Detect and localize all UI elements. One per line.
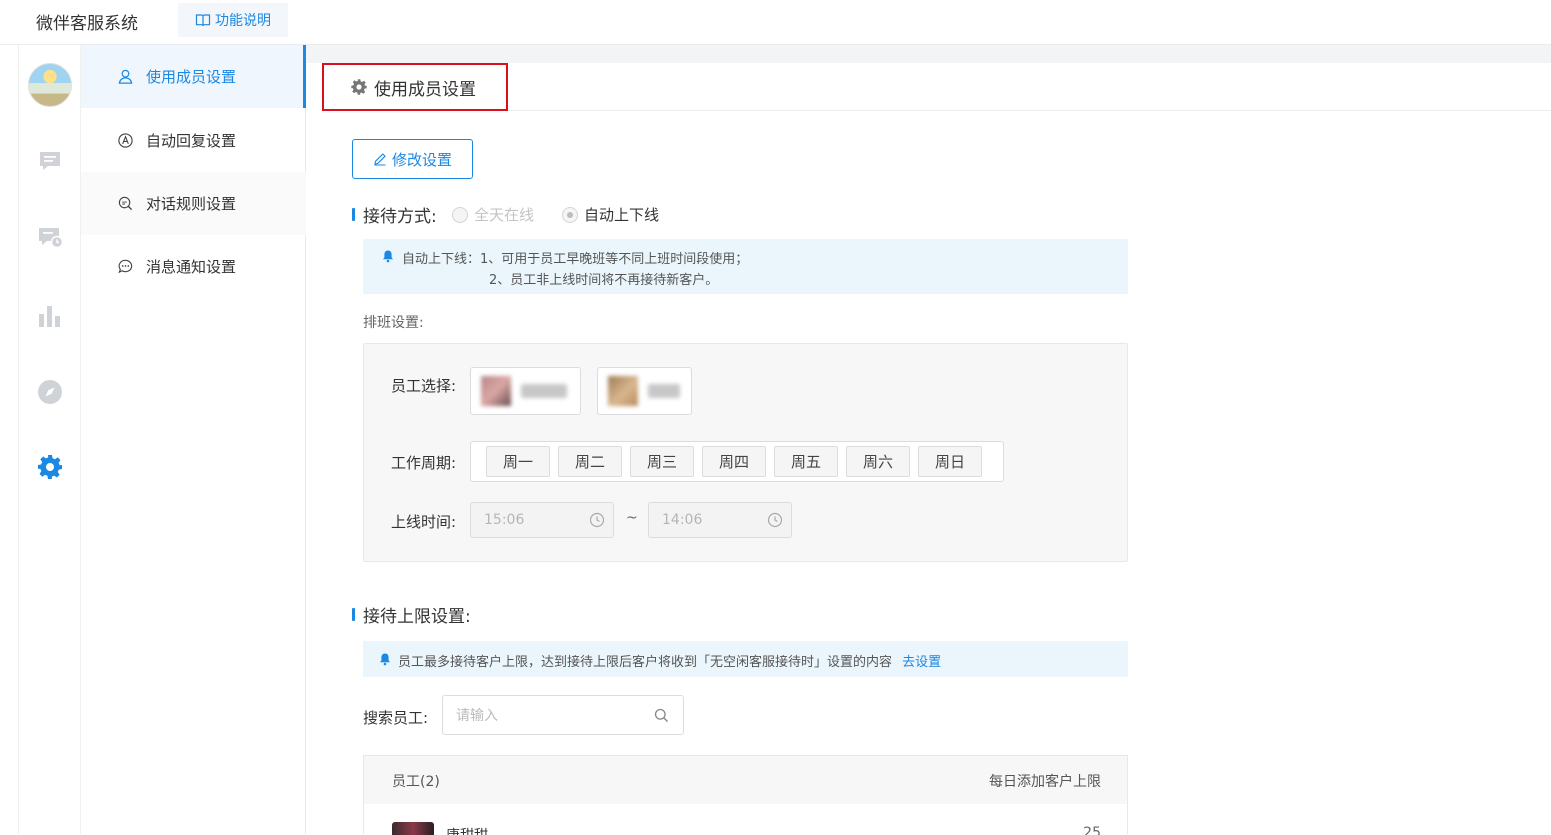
weekday-fri[interactable]: 周五 bbox=[774, 446, 838, 477]
chart-icon[interactable] bbox=[36, 302, 64, 330]
end-time-value: 14:06 bbox=[662, 512, 703, 528]
column-employee: 员工(2) bbox=[392, 774, 440, 790]
gear-icon[interactable] bbox=[36, 453, 64, 481]
top-bar: 微伴客服系统 功能说明 bbox=[0, 0, 1551, 45]
start-time-input[interactable]: 15:06 bbox=[470, 502, 614, 538]
radio-auto-online[interactable]: 自动上下线 bbox=[562, 204, 659, 225]
search-employee-label: 搜索员工: bbox=[363, 709, 429, 727]
settings-menu: 使用成员设置 自动回复设置 对话规则设置 消息通知设置 bbox=[81, 45, 306, 834]
radio-dot bbox=[562, 206, 578, 223]
help-button[interactable]: 功能说明 bbox=[178, 3, 288, 37]
radio-all-day[interactable]: 全天在线 bbox=[452, 204, 534, 225]
weekday-tue[interactable]: 周二 bbox=[558, 446, 622, 477]
compass-icon[interactable] bbox=[36, 378, 64, 406]
menu-item-auto-reply[interactable]: 自动回复设置 bbox=[81, 109, 306, 172]
section-marker bbox=[352, 208, 355, 221]
user-icon bbox=[118, 69, 133, 84]
limit-tip: 员工最多接待客户上限，达到接待上限后客户将收到「无空闲客服接待时」设置的内容 去… bbox=[363, 641, 1128, 677]
dialog-rules-icon bbox=[118, 196, 133, 211]
chat-icon[interactable] bbox=[36, 147, 64, 175]
content-gutter bbox=[306, 45, 1551, 63]
weekday-wed[interactable]: 周三 bbox=[630, 446, 694, 477]
search-employee-input[interactable]: 请输入 bbox=[442, 695, 684, 735]
tip-line-2: 2、员工非上线时间将不再接待新客户。 bbox=[489, 273, 719, 288]
radio-label: 全天在线 bbox=[474, 206, 535, 224]
weekday-selector: 周一 周二 周三 周四 周五 周六 周日 bbox=[470, 441, 1004, 482]
page-header: 使用成员设置 bbox=[322, 63, 1551, 111]
menu-label: 对话规则设置 bbox=[146, 195, 237, 213]
help-label: 功能说明 bbox=[215, 13, 271, 29]
time-separator: ~ bbox=[626, 510, 638, 526]
reception-tip: 自动上下线：1、可用于员工早晚班等不同上班时间段使用； 2、员工非上线时间将不再… bbox=[363, 239, 1128, 294]
bell-icon bbox=[380, 653, 390, 666]
edit-settings-button[interactable]: 修改设置 bbox=[352, 139, 473, 179]
weekday-sat[interactable]: 周六 bbox=[846, 446, 910, 477]
message-icon bbox=[118, 259, 133, 274]
search-icon bbox=[654, 708, 668, 722]
reception-label: 接待方式: bbox=[352, 202, 437, 227]
avatar bbox=[392, 822, 434, 835]
tip-line-1: 自动上下线：1、可用于员工早晚班等不同上班时间段使用； bbox=[402, 252, 749, 267]
employee-chip[interactable] bbox=[470, 367, 581, 415]
limit-label-text: 接待上限设置: bbox=[363, 607, 471, 627]
limit-label: 接待上限设置: bbox=[352, 602, 471, 627]
avatar bbox=[481, 376, 511, 406]
employee-name-blurred bbox=[648, 384, 680, 398]
gear-icon bbox=[351, 79, 367, 95]
menu-item-member-settings[interactable]: 使用成员设置 bbox=[81, 45, 306, 108]
avatar[interactable] bbox=[28, 63, 72, 107]
pencil-icon bbox=[374, 153, 386, 166]
table-row: 唐甜甜 25 bbox=[364, 804, 1127, 835]
reception-label-text: 接待方式: bbox=[363, 207, 437, 227]
bell-icon bbox=[383, 250, 393, 263]
limit-tip-text: 员工最多接待客户上限，达到接待上限后客户将收到「无空闲客服接待时」设置的内容 去… bbox=[398, 651, 941, 670]
section-marker bbox=[352, 608, 355, 621]
table-header: 员工(2) 每日添加客户上限 bbox=[364, 756, 1127, 804]
employee-name-blurred bbox=[521, 384, 567, 398]
menu-label: 使用成员设置 bbox=[146, 68, 237, 86]
work-cycle-label: 工作周期: bbox=[391, 454, 457, 472]
employee-chip[interactable] bbox=[597, 367, 692, 415]
radio-label: 自动上下线 bbox=[584, 206, 660, 224]
employee-select-label: 员工选择: bbox=[391, 377, 457, 395]
weekday-mon[interactable]: 周一 bbox=[486, 446, 550, 477]
column-daily-limit: 每日添加客户上限 bbox=[989, 774, 1101, 790]
start-time-value: 15:06 bbox=[484, 512, 525, 528]
go-settings-link[interactable]: 去设置 bbox=[902, 655, 941, 670]
chat-clock-icon[interactable] bbox=[36, 223, 64, 251]
online-time-label: 上线时间: bbox=[391, 513, 457, 531]
search-placeholder: 请输入 bbox=[456, 708, 498, 724]
clock-icon bbox=[589, 512, 605, 528]
avatar bbox=[608, 376, 638, 406]
icon-rail bbox=[18, 45, 81, 834]
app-title: 微伴客服系统 bbox=[36, 14, 138, 34]
menu-item-message-notify[interactable]: 消息通知设置 bbox=[81, 235, 306, 298]
page-title-text: 使用成员设置 bbox=[374, 79, 476, 100]
radio-dot bbox=[452, 206, 468, 223]
menu-label: 消息通知设置 bbox=[146, 258, 237, 276]
weekday-thu[interactable]: 周四 bbox=[702, 446, 766, 477]
employee-limit-table: 员工(2) 每日添加客户上限 唐甜甜 25 bbox=[363, 755, 1128, 835]
clock-icon bbox=[767, 512, 783, 528]
end-time-input[interactable]: 14:06 bbox=[648, 502, 792, 538]
weekday-sun[interactable]: 周日 bbox=[918, 446, 982, 477]
book-icon bbox=[195, 14, 211, 27]
schedule-label: 排班设置: bbox=[363, 315, 424, 331]
menu-label: 自动回复设置 bbox=[146, 132, 237, 150]
menu-item-dialog-rules[interactable]: 对话规则设置 bbox=[81, 172, 306, 235]
limit-tip-body: 员工最多接待客户上限，达到接待上限后客户将收到「无空闲客服接待时」设置的内容 bbox=[398, 655, 893, 670]
page-title: 使用成员设置 bbox=[322, 63, 508, 111]
edit-button-label: 修改设置 bbox=[391, 150, 452, 169]
auto-reply-icon bbox=[118, 133, 133, 148]
